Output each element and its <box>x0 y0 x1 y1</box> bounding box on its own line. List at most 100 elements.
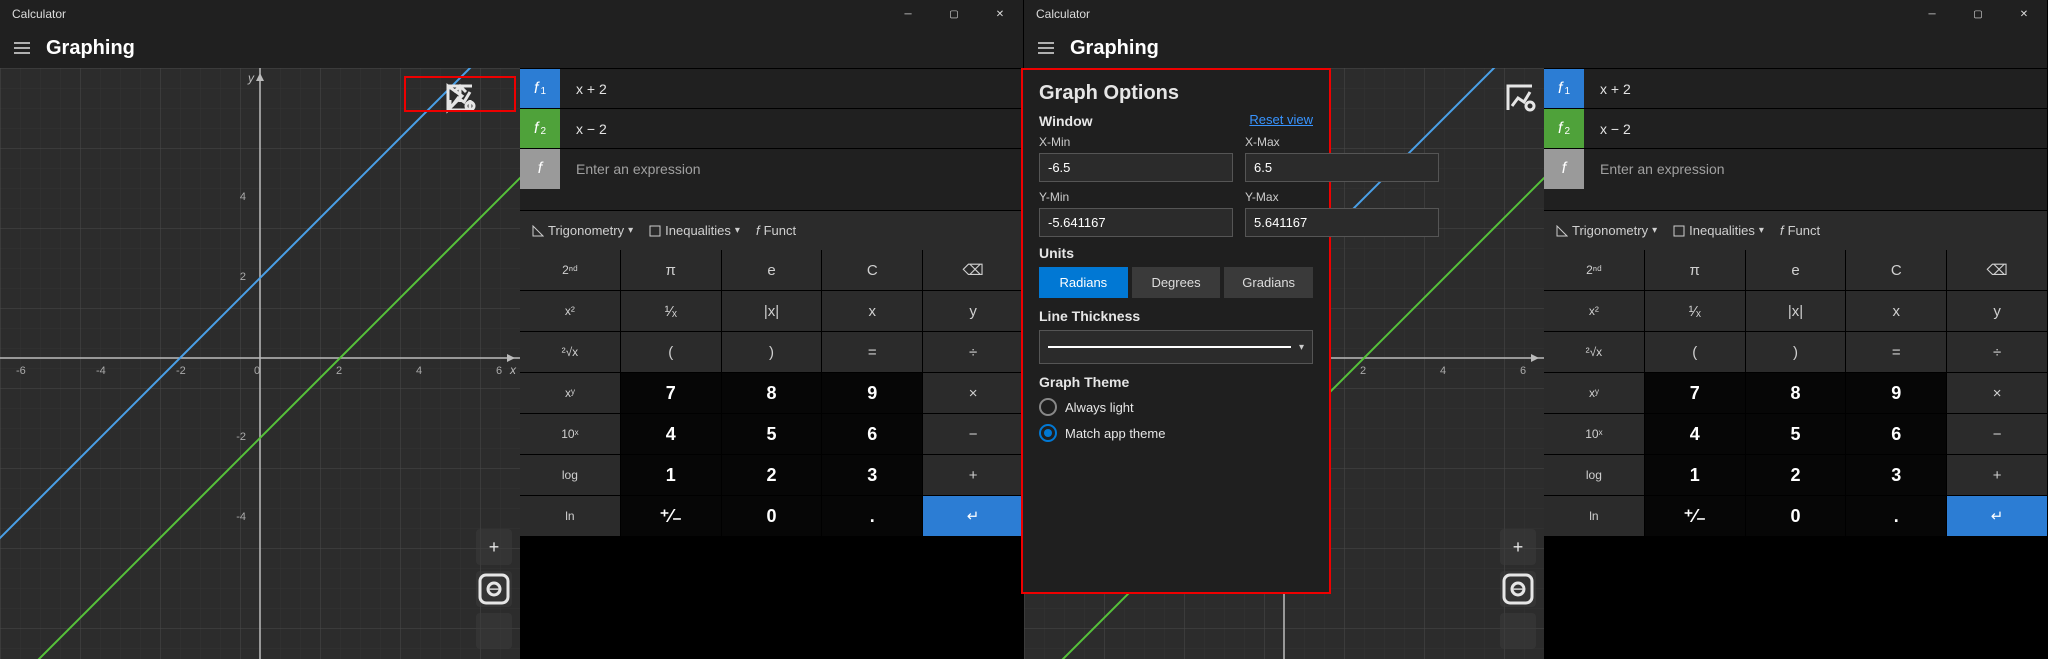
category-trigonometry[interactable]: Trigonometry▾ <box>1550 223 1663 238</box>
maximize-button[interactable]: ▢ <box>1955 0 2001 28</box>
units-radians[interactable]: Radians <box>1039 267 1128 298</box>
key-second[interactable]: 2ⁿᵈ <box>1544 250 1644 290</box>
function-row[interactable]: f Enter an expression <box>1544 148 2047 188</box>
units-degrees[interactable]: Degrees <box>1132 267 1221 298</box>
key-var-x[interactable]: x <box>822 291 922 331</box>
key-7[interactable]: 7 <box>1645 373 1745 413</box>
key-minus[interactable]: − <box>923 414 1023 454</box>
key-clear[interactable]: C <box>1846 250 1946 290</box>
key-ln[interactable]: ln <box>520 496 620 536</box>
key-open-paren[interactable]: ( <box>621 332 721 372</box>
key-log[interactable]: log <box>520 455 620 495</box>
function-row[interactable]: f2 x − 2 <box>1544 108 2047 148</box>
function-row[interactable]: f2 x − 2 <box>520 108 1023 148</box>
key-pi[interactable]: π <box>1645 250 1745 290</box>
nav-menu-icon[interactable] <box>10 36 34 60</box>
graph-options-icon[interactable] <box>1504 82 1536 114</box>
key-e[interactable]: e <box>1746 250 1846 290</box>
key-plus[interactable]: + <box>923 455 1023 495</box>
key-1[interactable]: 1 <box>621 455 721 495</box>
key-0[interactable]: 0 <box>722 496 822 536</box>
units-gradians[interactable]: Gradians <box>1224 267 1313 298</box>
minimize-button[interactable]: ─ <box>1909 0 1955 28</box>
key-4[interactable]: 4 <box>621 414 721 454</box>
key-enter[interactable]: ↵ <box>1947 496 2047 536</box>
key-log[interactable]: log <box>1544 455 1644 495</box>
key-5[interactable]: 5 <box>1746 414 1846 454</box>
key-8[interactable]: 8 <box>722 373 822 413</box>
key-8[interactable]: 8 <box>1746 373 1846 413</box>
key-minus[interactable]: − <box>1947 414 2047 454</box>
key-3[interactable]: 3 <box>1846 455 1946 495</box>
key-x-to-y[interactable]: xʸ <box>1544 373 1644 413</box>
key-6[interactable]: 6 <box>822 414 922 454</box>
maximize-button[interactable]: ▢ <box>931 0 977 28</box>
category-functions[interactable]: fFunct <box>1774 223 1826 238</box>
theme-always-light[interactable]: Always light <box>1039 398 1313 416</box>
key-3[interactable]: 3 <box>822 455 922 495</box>
fit-view-button[interactable] <box>476 613 512 649</box>
key-plus[interactable]: + <box>1947 455 2047 495</box>
graph-options-icon[interactable] <box>480 82 512 114</box>
fit-view-button[interactable] <box>1500 613 1536 649</box>
key-reciprocal[interactable]: ¹⁄ₓ <box>1645 291 1745 331</box>
key-9[interactable]: 9 <box>822 373 922 413</box>
key-5[interactable]: 5 <box>722 414 822 454</box>
xmax-input[interactable] <box>1245 153 1439 182</box>
key-backspace[interactable]: ⌫ <box>1947 250 2047 290</box>
key-x-to-y[interactable]: xʸ <box>520 373 620 413</box>
key-divide[interactable]: ÷ <box>923 332 1023 372</box>
graph-canvas[interactable]: y x -6 -4 -2 0 2 4 6 4 2 -2 -4 <box>0 68 520 659</box>
key-10-x[interactable]: 10ˣ <box>1544 414 1644 454</box>
key-negate[interactable]: ⁺⁄₋ <box>621 496 721 536</box>
key-sqrt[interactable]: ²√x <box>520 332 620 372</box>
function-row[interactable]: f1 x + 2 <box>1544 68 2047 108</box>
key-abs[interactable]: |x| <box>1746 291 1846 331</box>
key-var-y[interactable]: y <box>923 291 1023 331</box>
category-inequalities[interactable]: Inequalities▾ <box>1667 223 1770 238</box>
key-multiply[interactable]: × <box>1947 373 2047 413</box>
key-decimal[interactable]: . <box>822 496 922 536</box>
minimize-button[interactable]: ─ <box>885 0 931 28</box>
graph-canvas[interactable]: -6 -4 -2 2 4 6 -4 + − Graph Options <box>1024 68 1544 659</box>
key-4[interactable]: 4 <box>1645 414 1745 454</box>
key-6[interactable]: 6 <box>1846 414 1946 454</box>
key-9[interactable]: 9 <box>1846 373 1946 413</box>
theme-match-app[interactable]: Match app theme <box>1039 424 1313 442</box>
key-equals[interactable]: = <box>822 332 922 372</box>
key-10-x[interactable]: 10ˣ <box>520 414 620 454</box>
category-trigonometry[interactable]: Trigonometry▾ <box>526 223 639 238</box>
key-multiply[interactable]: × <box>923 373 1023 413</box>
key-2[interactable]: 2 <box>722 455 822 495</box>
key-0[interactable]: 0 <box>1746 496 1846 536</box>
key-e[interactable]: e <box>722 250 822 290</box>
key-sqrt[interactable]: ²√x <box>1544 332 1644 372</box>
key-var-y[interactable]: y <box>1947 291 2047 331</box>
function-row[interactable]: f Enter an expression <box>520 148 1023 188</box>
reset-view-link[interactable]: Reset view <box>1249 112 1313 127</box>
key-abs[interactable]: |x| <box>722 291 822 331</box>
key-open-paren[interactable]: ( <box>1645 332 1745 372</box>
key-ln[interactable]: ln <box>1544 496 1644 536</box>
close-button[interactable]: ✕ <box>977 0 1023 28</box>
key-backspace[interactable]: ⌫ <box>923 250 1023 290</box>
key-1[interactable]: 1 <box>1645 455 1745 495</box>
line-thickness-select[interactable]: ▾ <box>1039 330 1313 364</box>
key-decimal[interactable]: . <box>1846 496 1946 536</box>
close-button[interactable]: ✕ <box>2001 0 2047 28</box>
xmin-input[interactable] <box>1039 153 1233 182</box>
key-negate[interactable]: ⁺⁄₋ <box>1645 496 1745 536</box>
key-7[interactable]: 7 <box>621 373 721 413</box>
key-reciprocal[interactable]: ¹⁄ₓ <box>621 291 721 331</box>
nav-menu-icon[interactable] <box>1034 36 1058 60</box>
key-equals[interactable]: = <box>1846 332 1946 372</box>
key-close-paren[interactable]: ) <box>722 332 822 372</box>
category-inequalities[interactable]: Inequalities▾ <box>643 223 746 238</box>
ymin-input[interactable] <box>1039 208 1233 237</box>
key-2[interactable]: 2 <box>1746 455 1846 495</box>
key-enter[interactable]: ↵ <box>923 496 1023 536</box>
ymax-input[interactable] <box>1245 208 1439 237</box>
function-row[interactable]: f1 x + 2 <box>520 68 1023 108</box>
key-pi[interactable]: π <box>621 250 721 290</box>
key-divide[interactable]: ÷ <box>1947 332 2047 372</box>
